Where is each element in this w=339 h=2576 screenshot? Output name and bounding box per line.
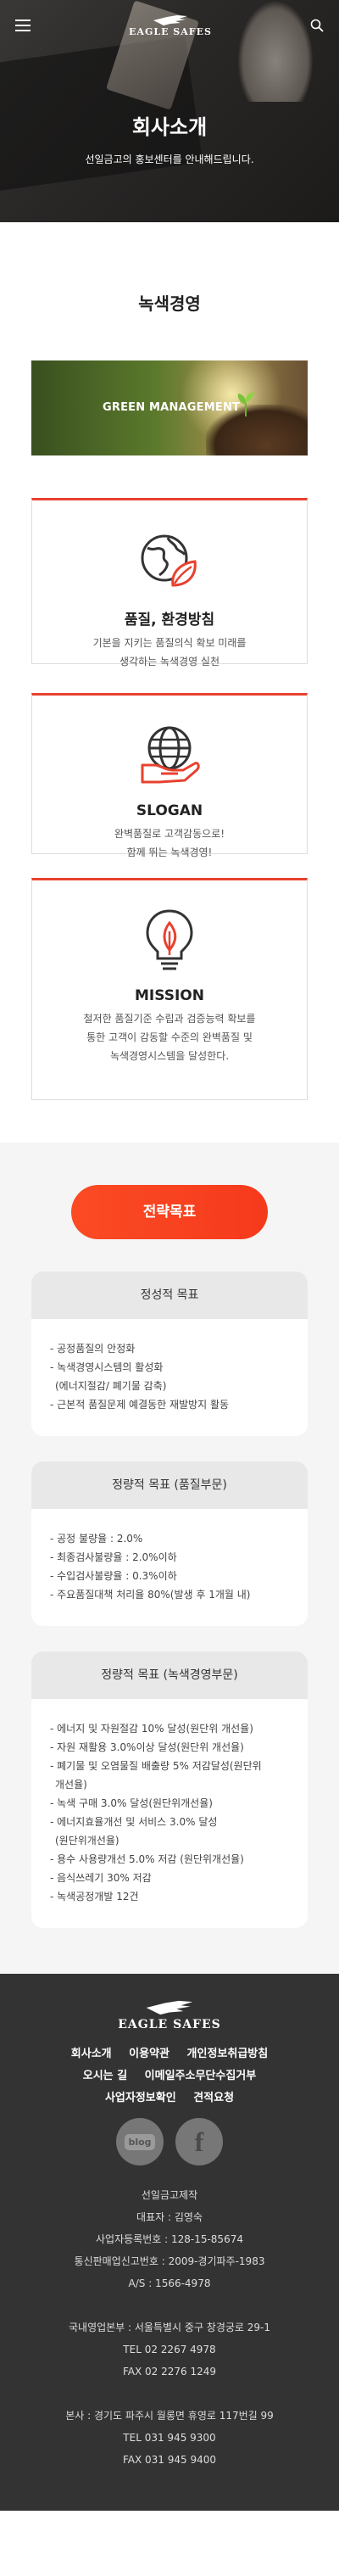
list-item: - 녹색 구매 3.0% 달성(원단위개선율) <box>50 1797 213 1809</box>
footer-link-email-policy[interactable]: 이메일주소무단수집거부 <box>145 2070 257 2082</box>
list-item: - 폐기물 및 오염물질 배출량 5% 저감달성(원단위 <box>50 1760 262 1772</box>
hero-banner: EAGLE SAFES 회사소개 선일금고의 홍보센터를 안내해드립니다. <box>0 0 339 222</box>
list-item: - 주요품질대책 처리율 80%(발생 후 1개월 내) <box>50 1589 251 1601</box>
goal-title: 정량적 목표 (녹색경영부문) <box>31 1651 308 1699</box>
lightbulb-icon <box>146 909 193 970</box>
blog-button[interactable]: blog <box>116 2118 164 2165</box>
banner-label: GREEN MANAGEMENT <box>103 401 241 414</box>
footer-logo[interactable]: EAGLE SAFES <box>0 1999 339 2031</box>
strategy-goals-button[interactable]: 전략목표 <box>71 1185 268 1239</box>
goal-title: 정량적 목표 (품질부문) <box>31 1461 308 1509</box>
green-management-banner: GREEN MANAGEMENT <box>31 360 308 455</box>
logo-text: EAGLE SAFES <box>129 25 212 37</box>
site-footer: EAGLE SAFES 회사소개 이용약관 개인정보취급방침 오시는 길 이메일… <box>0 1974 339 2511</box>
globe-hand-icon <box>141 726 200 784</box>
footer-link-privacy[interactable]: 개인정보취급방침 <box>187 2048 269 2060</box>
footer-logo-text: EAGLE SAFES <box>118 2018 221 2031</box>
company-info: 선일금고제작 대표자 : 김영숙 사업자등록번호 : 128-15-85674 … <box>65 2189 274 2466</box>
mission-card: MISSION 철저한 품질기준 수립과 검증능력 확보를 통한 고객이 감동할… <box>31 878 308 1100</box>
top-bar: EAGLE SAFES <box>0 0 339 51</box>
page-subtitle: 선일금고의 홍보센터를 안내해드립니다. <box>85 154 254 165</box>
list-item: - 최종검사불량율 : 2.0%이하 <box>50 1551 177 1563</box>
footer-link-terms[interactable]: 이용약관 <box>129 2048 170 2060</box>
list-item: - 수입검사불량율 : 0.3%이하 <box>50 1570 177 1582</box>
list-item: (에너지절감/ 폐기물 감축) <box>55 1380 167 1392</box>
site-logo[interactable]: EAGLE SAFES <box>129 14 212 37</box>
slogan-card: SLOGAN 완벽품질로 고객감동으로! 함께 뛰는 녹색경영! <box>31 693 308 858</box>
footer-link-about[interactable]: 회사소개 <box>71 2048 112 2060</box>
hamburger-menu-icon[interactable] <box>15 20 31 31</box>
footer-link-quote[interactable]: 견적요청 <box>193 2092 234 2104</box>
list-item: - 공정 불량율 : 2.0% <box>50 1533 143 1545</box>
green-goals-box: 정량적 목표 (녹색경영부문) - 에너지 및 자원절감 10% 달성(원단위 … <box>31 1651 308 1928</box>
list-item: - 용수 사용량개선 5.0% 저감 (원단위개선율) <box>50 1853 244 1865</box>
search-icon[interactable] <box>310 19 324 32</box>
goal-title: 정성적 목표 <box>31 1271 308 1319</box>
list-item: - 에너지효율개선 및 서비스 3.0% 달성 <box>50 1816 218 1828</box>
social-links: blog f <box>0 2118 339 2165</box>
list-item: - 공정품질의 안정화 <box>50 1343 136 1355</box>
quality-goals-box: 정량적 목표 (품질부문) - 공정 불량율 : 2.0% - 최종검사불량율 … <box>31 1461 308 1626</box>
list-item: - 근본적 품질문제 예결동한 재발방지 활동 <box>50 1399 230 1411</box>
section-title: 녹색경영 <box>138 293 201 314</box>
facebook-button[interactable]: f <box>175 2118 223 2165</box>
card-title: MISSION <box>135 987 204 1004</box>
footer-link-directions[interactable]: 오시는 길 <box>83 2070 127 2082</box>
card-text: 기본을 지키는 품질의식 확보 미래를 생각하는 녹색경영 실천 <box>92 637 247 668</box>
list-item: - 에너지 및 자원절감 10% 달성(원단위 개선율) <box>50 1723 253 1735</box>
list-item: - 자원 재활용 3.0%이상 달성(원단위 개선율) <box>50 1741 244 1753</box>
list-item: - 녹색경영시스템의 활성화 <box>50 1361 164 1373</box>
globe-leaf-icon <box>141 534 197 587</box>
eagle-logo-icon <box>153 14 187 25</box>
list-item: (원단위개선율) <box>55 1835 119 1847</box>
card-title: 품질, 환경방침 <box>124 612 215 629</box>
strategy-section: 전략목표 정성적 목표 - 공정품질의 안정화 - 녹색경영시스템의 활성화 (… <box>0 1143 339 1974</box>
card-text: 철저한 품질기준 수립과 검증능력 확보를 통한 고객이 감동할 수준의 완벽품… <box>83 1013 256 1062</box>
page-title: 회사소개 <box>131 115 208 139</box>
list-item: 개선율) <box>55 1779 87 1791</box>
blog-icon: blog <box>125 2133 155 2150</box>
list-item: - 녹색공정개발 12건 <box>50 1891 139 1903</box>
qualitative-goals-box: 정성적 목표 - 공정품질의 안정화 - 녹색경영시스템의 활성화 (에너지절감… <box>31 1271 308 1436</box>
eagle-logo-icon <box>146 2000 193 2015</box>
facebook-icon: f <box>194 2126 204 2157</box>
footer-link-business-info[interactable]: 사업자정보확인 <box>105 2092 176 2104</box>
list-item: - 음식쓰레기 30% 저감 <box>50 1872 152 1884</box>
policy-card: 품질, 환경방침 기본을 지키는 품질의식 확보 미래를 생각하는 녹색경영 실… <box>31 498 308 668</box>
footer-nav: 회사소개 이용약관 개인정보취급방침 오시는 길 이메일주소무단수집거부 사업자… <box>0 2043 339 2109</box>
card-title: SLOGAN <box>136 802 203 819</box>
card-text: 완벽품질로 고객감동으로! 함께 뛰는 녹색경영! <box>114 828 225 858</box>
